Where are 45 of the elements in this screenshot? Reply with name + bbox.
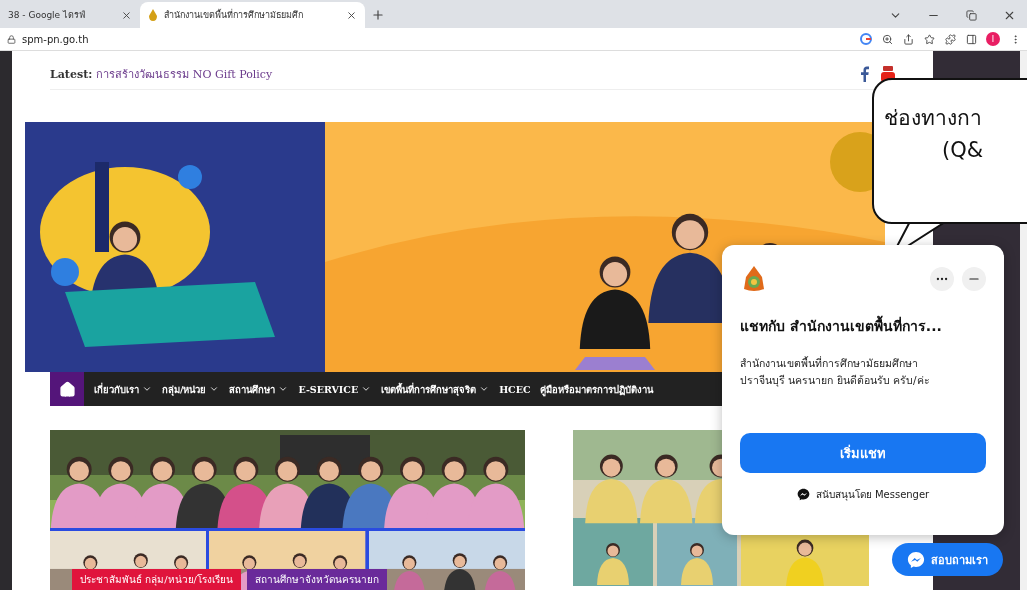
side-panel-icon[interactable] [965, 33, 977, 45]
caret-icon [361, 384, 372, 394]
share-icon[interactable] [902, 33, 914, 45]
nav-item[interactable]: เขตพื้นที่การศึกษาสุจริต [381, 381, 490, 397]
caret-icon [479, 384, 490, 394]
powered-by-text: สนับสนุนโดย Messenger [815, 488, 930, 502]
caret-icon [142, 384, 152, 394]
nav-item[interactable]: คู่มือหรือมาตรการปฏิบัติงาน [540, 381, 654, 397]
nav-item[interactable]: E-SERVICE [298, 383, 372, 395]
callout-text: (Q& [941, 137, 985, 164]
chat-title: แชทกับ สำนักงานเขตพื้นที่การ... [740, 315, 986, 337]
browser-tab[interactable]: สำนักงานเขตพื้นที่การศึกษามัธยมศึก [140, 2, 365, 28]
zoom-icon[interactable] [881, 33, 893, 45]
browser-tab[interactable]: 38 - Google ไดรฟ์ [0, 2, 140, 28]
callout-text: ช่องทางกา [883, 105, 983, 132]
start-chat-button[interactable]: เริ่มแชท [740, 433, 986, 473]
close-tab-icon[interactable] [120, 9, 132, 21]
nav-item[interactable]: สถานศึกษา [229, 381, 289, 397]
facebook-icon[interactable] [861, 66, 869, 82]
news-card[interactable]: ประชาสัมพันธ์ กลุ่ม/หน่วย/โรงเรียน สถานศึกษาจังหวัดนครนายก [50, 430, 525, 590]
messenger-icon [796, 488, 810, 501]
messenger-chat-button[interactable]: สอบถามเรา [892, 543, 1003, 576]
google-icon[interactable] [860, 33, 872, 45]
lock-icon[interactable] [6, 34, 16, 44]
close-tab-icon[interactable] [345, 9, 357, 21]
home-button[interactable] [50, 372, 84, 406]
address-field[interactable]: spm-pn.go.th [22, 33, 89, 45]
category-tag[interactable]: ประชาสัมพันธ์ กลุ่ม/หน่วย/โรงเรียน [72, 569, 241, 590]
home-icon [58, 380, 76, 398]
puzzle-icon[interactable] [944, 33, 956, 45]
favicon-icon [148, 9, 158, 21]
caret-icon [209, 384, 220, 394]
more-options-button[interactable] [930, 267, 954, 291]
nav-item[interactable]: กลุ่ม/หน่วย [162, 381, 220, 397]
nav-item[interactable]: เกี่ยวกับเรา [94, 381, 152, 397]
messenger-icon [907, 550, 925, 569]
latest-news: Latest: การสร้างวัฒนธรรม NO Gift Policy [50, 67, 273, 83]
minimize-chat-button[interactable] [962, 267, 986, 291]
caret-icon [278, 384, 289, 394]
profile-avatar[interactable]: I [986, 32, 1000, 46]
welcome-message: สำนักงานเขตพื้นที่การศึกษามัธยมศึกษา ปราจีนบุรี นครนายก ยินดีต้อนรับ ครับ/ค่ะ [740, 355, 931, 389]
category-tag[interactable]: สถานศึกษาจังหวัดนครนายก [246, 569, 387, 590]
nav-item[interactable]: HCEC [499, 383, 531, 395]
star-icon[interactable] [923, 33, 935, 45]
restore-icon[interactable] [963, 7, 979, 23]
